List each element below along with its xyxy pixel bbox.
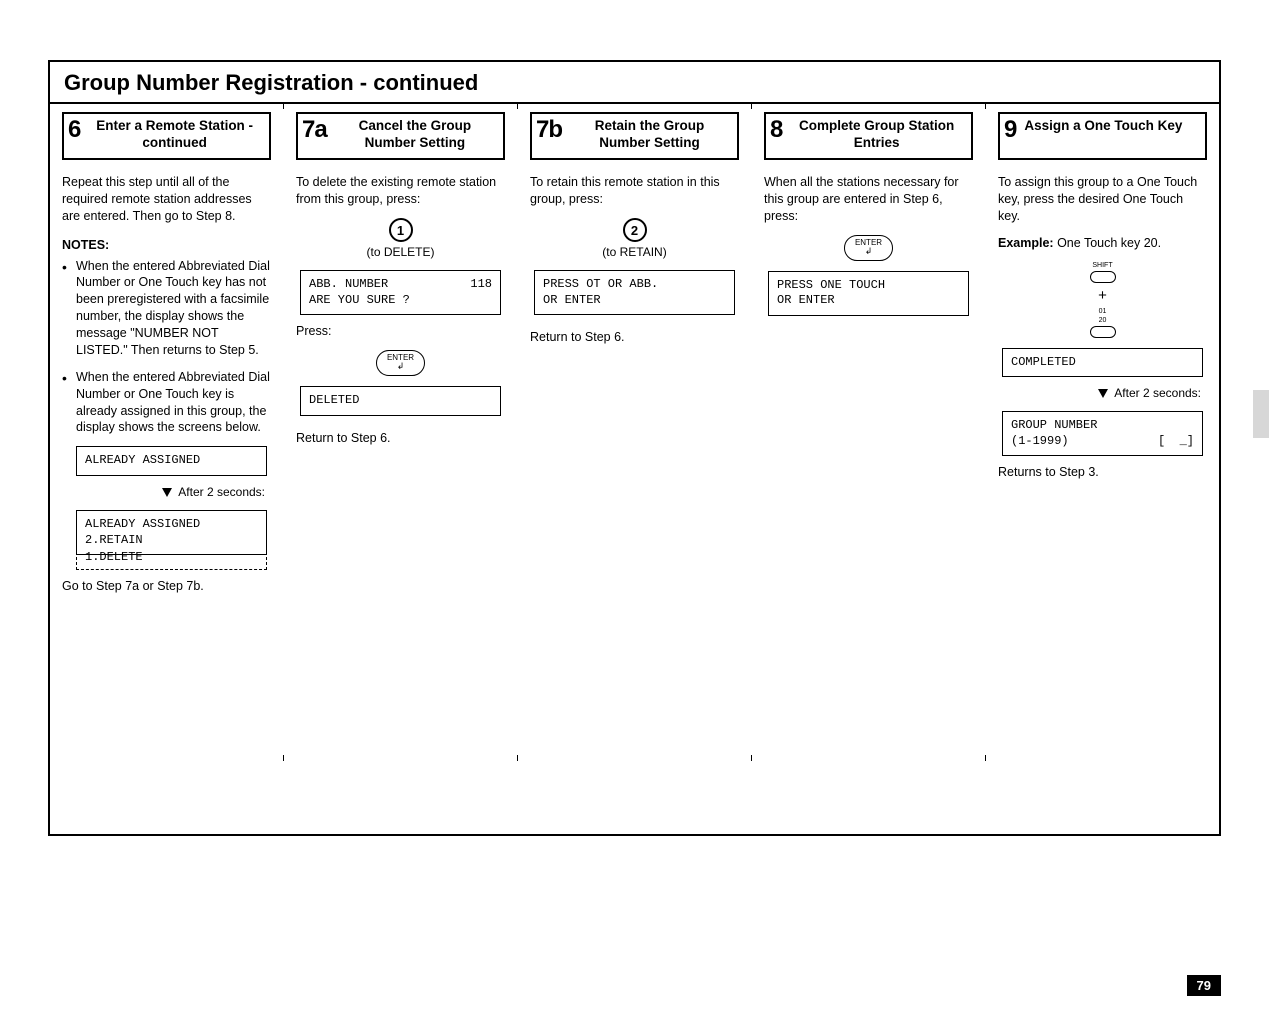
section-title-bar: Group Number Registration - continued <box>50 62 1219 104</box>
lcd-deleted: DELETED <box>300 386 501 416</box>
lcd-already-assigned-1: ALREADY ASSIGNED <box>76 446 267 476</box>
col-step-9: 9 Assign a One Touch Key To assign this … <box>985 104 1219 834</box>
step6-outro: Go to Step 7a or Step 7b. <box>62 578 271 595</box>
col-step-6: 6 Enter a Remote Station - continued Rep… <box>50 104 283 834</box>
after-2-seconds-label: After 2 seconds: <box>998 385 1201 401</box>
notes-list: When the entered Abbreviated Dial Number… <box>62 258 271 437</box>
shift-label: SHIFT <box>1092 262 1112 269</box>
step-title: Cancel the Group Number Setting <box>333 118 497 152</box>
key-superscript: 01 <box>1099 308 1107 315</box>
step7a-intro: To delete the existing remote station fr… <box>296 174 505 208</box>
step-number: 9 <box>1004 118 1016 142</box>
key-sequence: SHIFT + 01 20 <box>998 262 1207 338</box>
step9-example: Example: One Touch key 20. <box>998 235 1207 252</box>
plus-icon: + <box>1098 288 1107 303</box>
onetouch-key-icon <box>1090 326 1116 338</box>
step7a-outro: Return to Step 6. <box>296 430 505 447</box>
lcd-press-ot-or-abb: PRESS OT OR ABB. OR ENTER <box>534 270 735 315</box>
step-head-6: 6 Enter a Remote Station - continued <box>62 112 271 160</box>
note-item: When the entered Abbreviated Dial Number… <box>62 258 271 359</box>
note-item: When the entered Abbreviated Dial Number… <box>62 369 271 437</box>
step7b-intro: To retain this remote station in this gr… <box>530 174 739 208</box>
col-step-7a: 7a Cancel the Group Number Setting To de… <box>283 104 517 834</box>
lcd-press-one-touch: PRESS ONE TOUCH OR ENTER <box>768 271 969 316</box>
example-label: Example: <box>998 236 1054 250</box>
lcd-completed: COMPLETED <box>1002 348 1203 378</box>
key-1-block: 1 (to DELETE) <box>296 218 505 260</box>
step9-outro: Returns to Step 3. <box>998 464 1207 481</box>
step7b-outro: Return to Step 6. <box>530 329 739 346</box>
key-2-icon: 2 <box>623 218 647 242</box>
step-title: Enter a Remote Station - continued <box>86 118 263 152</box>
key-1-caption: (to DELETE) <box>296 244 505 260</box>
notes-heading: NOTES: <box>62 237 271 254</box>
lcd-group-number: GROUP NUMBER (1-1999)[ _] <box>1002 411 1203 456</box>
page-side-tab <box>1253 390 1269 438</box>
after-2-seconds-label: After 2 seconds: <box>62 484 265 500</box>
shift-key-icon <box>1090 271 1116 283</box>
col-step-7b: 7b Retain the Group Number Setting To re… <box>517 104 751 834</box>
arrow-down-icon <box>162 488 172 497</box>
step-title: Complete Group Station Entries <box>788 118 965 152</box>
col-step-8: 8 Complete Group Station Entries When al… <box>751 104 985 834</box>
key-2-block: 2 (to RETAIN) <box>530 218 739 260</box>
columns: 6 Enter a Remote Station - continued Rep… <box>50 104 1219 834</box>
step8-intro: When all the stations necessary for this… <box>764 174 973 225</box>
example-text: One Touch key 20. <box>1054 236 1161 250</box>
manual-page-frame: Group Number Registration - continued 6 … <box>48 60 1221 836</box>
step6-intro: Repeat this step until all of the requir… <box>62 174 271 225</box>
step-number: 7a <box>302 118 327 142</box>
page-number: 79 <box>1187 975 1221 996</box>
step-title: Assign a One Touch Key <box>1022 118 1199 135</box>
step-number: 6 <box>68 118 80 142</box>
arrow-down-icon <box>1098 389 1108 398</box>
key-2-caption: (to RETAIN) <box>530 244 739 260</box>
lcd-delete-extension: 1.DELETE <box>76 547 267 570</box>
key-1-icon: 1 <box>389 218 413 242</box>
enter-key-icon: ENTER↲ <box>376 350 425 376</box>
section-title: Group Number Registration - continued <box>64 70 1205 96</box>
enter-key-block: ENTER↲ <box>764 235 973 261</box>
step-head-9: 9 Assign a One Touch Key <box>998 112 1207 160</box>
step-title: Retain the Group Number Setting <box>568 118 731 152</box>
step9-intro: To assign this group to a One Touch key,… <box>998 174 1207 225</box>
lcd-abb-number: ABB. NUMBER118ARE YOU SURE ? <box>300 270 501 315</box>
press-label: Press: <box>296 323 505 340</box>
key-subscript: 20 <box>1099 317 1107 324</box>
enter-key-block: ENTER↲ <box>296 350 505 376</box>
enter-key-icon: ENTER↲ <box>844 235 893 261</box>
step-head-8: 8 Complete Group Station Entries <box>764 112 973 160</box>
step-head-7b: 7b Retain the Group Number Setting <box>530 112 739 160</box>
step-number: 7b <box>536 118 562 142</box>
step-number: 8 <box>770 118 782 142</box>
step-head-7a: 7a Cancel the Group Number Setting <box>296 112 505 160</box>
